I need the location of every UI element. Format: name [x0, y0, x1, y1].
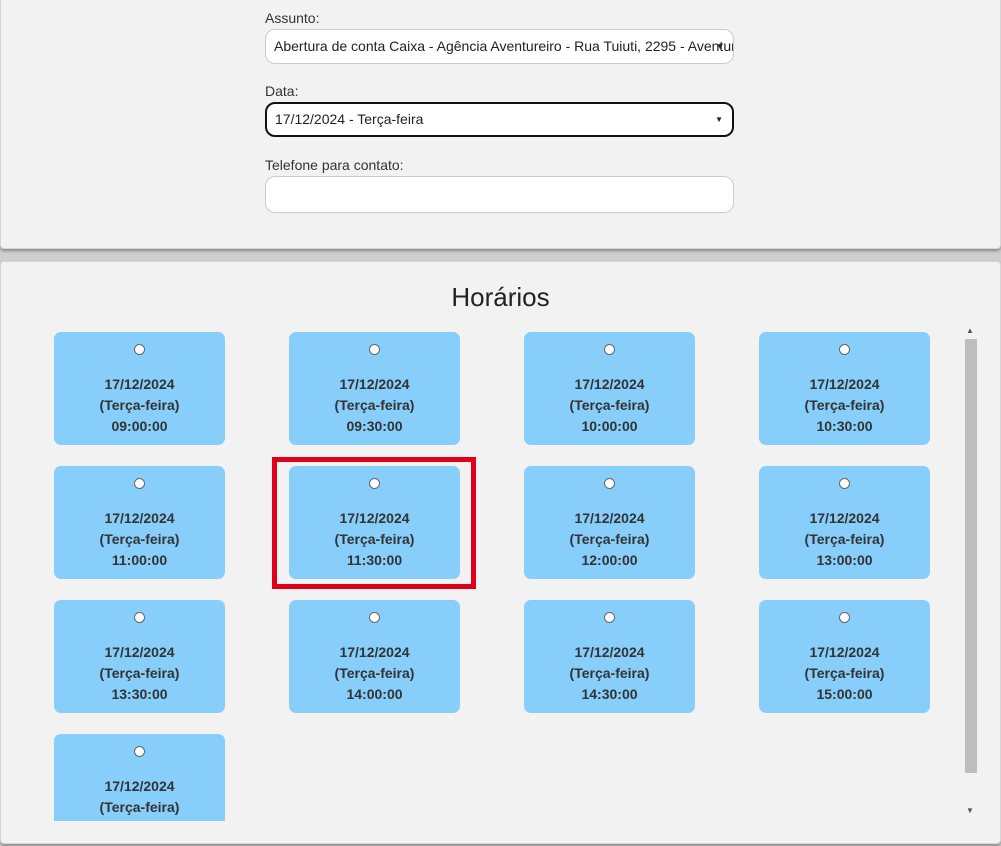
phone-label: Telefone para contato: [265, 157, 404, 173]
slot-radio[interactable] [604, 478, 615, 489]
time-slot-card[interactable]: 17/12/2024 (Terça-feira) 14:00:00 [289, 600, 460, 713]
schedule-title: Horários [451, 282, 550, 312]
slot-radio[interactable] [604, 612, 615, 623]
schedule-panel: Horários 17/12/2024 (Terça-feira) 09:00:00… [0, 261, 1001, 844]
time-slot-card[interactable]: 17/12/2024 (Terça-feira) 13:00:00 [759, 466, 930, 579]
slot-time: 13:30:00 [111, 686, 168, 702]
time-slot-grid: 17/12/2024 (Terça-feira) 09:00:00 17/12/202… [1, 330, 961, 821]
slot-weekday: (Terça-feira) [569, 397, 650, 413]
time-slot-card[interactable]: 17/12/2024 (Terça-feira) 15:00:00 [759, 600, 930, 713]
slot-time: 12:00:00 [581, 552, 638, 568]
slot-date: 17/12/2024 [809, 644, 880, 660]
subject-label: Assunto: [265, 10, 320, 26]
appointment-form-panel: Assunto: Abertura de conta Caixa - Agênc… [0, 0, 1001, 249]
chevron-down-icon: ▼ [715, 115, 723, 124]
slot-time: 11:00:00 [111, 552, 168, 568]
slot-time: 14:30:00 [581, 686, 638, 702]
slot-date: 17/12/2024 [574, 376, 645, 392]
time-slot-card[interactable]: 17/12/2024 (Terça-feira) 10:30:00 [759, 332, 930, 445]
slot-radio[interactable] [134, 612, 145, 623]
time-slot-card[interactable]: 17/12/2024 (Terça-feira) [54, 734, 225, 821]
slot-radio[interactable] [134, 478, 145, 489]
slot-date: 17/12/2024 [104, 376, 175, 392]
time-slot-card[interactable]: 17/12/2024 (Terça-feira) 10:00:00 [524, 332, 695, 445]
date-select[interactable]: 17/12/2024 - Terça-feira ▼ [265, 102, 734, 137]
time-slot-card[interactable]: 17/12/2024 (Terça-feira) 12:00:00 [524, 466, 695, 579]
slot-radio[interactable] [839, 478, 850, 489]
slot-date: 17/12/2024 [104, 778, 175, 794]
date-label: Data: [265, 83, 299, 99]
slot-date: 17/12/2024 [339, 376, 410, 392]
slot-weekday: (Terça-feira) [99, 531, 180, 547]
slot-weekday: (Terça-feira) [804, 397, 885, 413]
slot-date: 17/12/2024 [104, 510, 175, 526]
slot-radio[interactable] [604, 344, 615, 355]
slot-weekday: (Terça-feira) [804, 665, 885, 681]
slot-weekday: (Terça-feira) [99, 665, 180, 681]
slot-date: 17/12/2024 [104, 644, 175, 660]
highlighted-slot-outline [272, 457, 476, 589]
slot-radio[interactable] [369, 344, 380, 355]
slot-weekday: (Terça-feira) [804, 531, 885, 547]
slot-time: 10:00:00 [581, 418, 638, 434]
slot-date: 17/12/2024 [574, 510, 645, 526]
slot-time: 10:30:00 [816, 418, 873, 434]
slot-time: 13:00:00 [816, 552, 873, 568]
time-slot-card[interactable]: 17/12/2024 (Terça-feira) 13:30:00 [54, 600, 225, 713]
scroll-up-icon[interactable]: ▲ [966, 326, 974, 335]
slot-radio[interactable] [369, 612, 380, 623]
slot-date: 17/12/2024 [574, 644, 645, 660]
date-value: 17/12/2024 - Terça-feira [275, 111, 424, 127]
slot-weekday: (Terça-feira) [334, 665, 415, 681]
slot-time: 09:00:00 [111, 418, 168, 434]
slot-radio[interactable] [134, 746, 145, 757]
scroll-thumb[interactable] [965, 339, 977, 773]
time-slot-card[interactable]: 17/12/2024 (Terça-feira) 09:30:00 [289, 332, 460, 445]
slot-weekday: (Terça-feira) [569, 531, 650, 547]
slot-weekday: (Terça-feira) [99, 397, 180, 413]
chevron-down-icon: ▼ [716, 42, 724, 51]
slot-time: 14:00:00 [346, 686, 403, 702]
slot-radio[interactable] [839, 612, 850, 623]
time-slot-card[interactable]: 17/12/2024 (Terça-feira) 11:00:00 [54, 466, 225, 579]
time-slot-card[interactable]: 17/12/2024 (Terça-feira) 09:00:00 [54, 332, 225, 445]
subject-value: Abertura de conta Caixa - Agência Aventu… [274, 38, 734, 54]
slot-time: 15:00:00 [816, 686, 873, 702]
slot-weekday: (Terça-feira) [569, 665, 650, 681]
slot-date: 17/12/2024 [809, 510, 880, 526]
slot-date: 17/12/2024 [809, 376, 880, 392]
slot-radio[interactable] [839, 344, 850, 355]
scroll-down-icon[interactable]: ▼ [966, 806, 974, 815]
slot-date: 17/12/2024 [339, 644, 410, 660]
slot-weekday: (Terça-feira) [99, 799, 180, 815]
phone-input[interactable] [265, 176, 734, 213]
subject-select[interactable]: Abertura de conta Caixa - Agência Aventu… [265, 29, 734, 64]
scrollbar[interactable]: ▲ ▼ [963, 326, 979, 820]
time-slot-card[interactable]: 17/12/2024 (Terça-feira) 14:30:00 [524, 600, 695, 713]
slot-time: 09:30:00 [346, 418, 403, 434]
slot-radio[interactable] [134, 344, 145, 355]
slot-weekday: (Terça-feira) [334, 397, 415, 413]
